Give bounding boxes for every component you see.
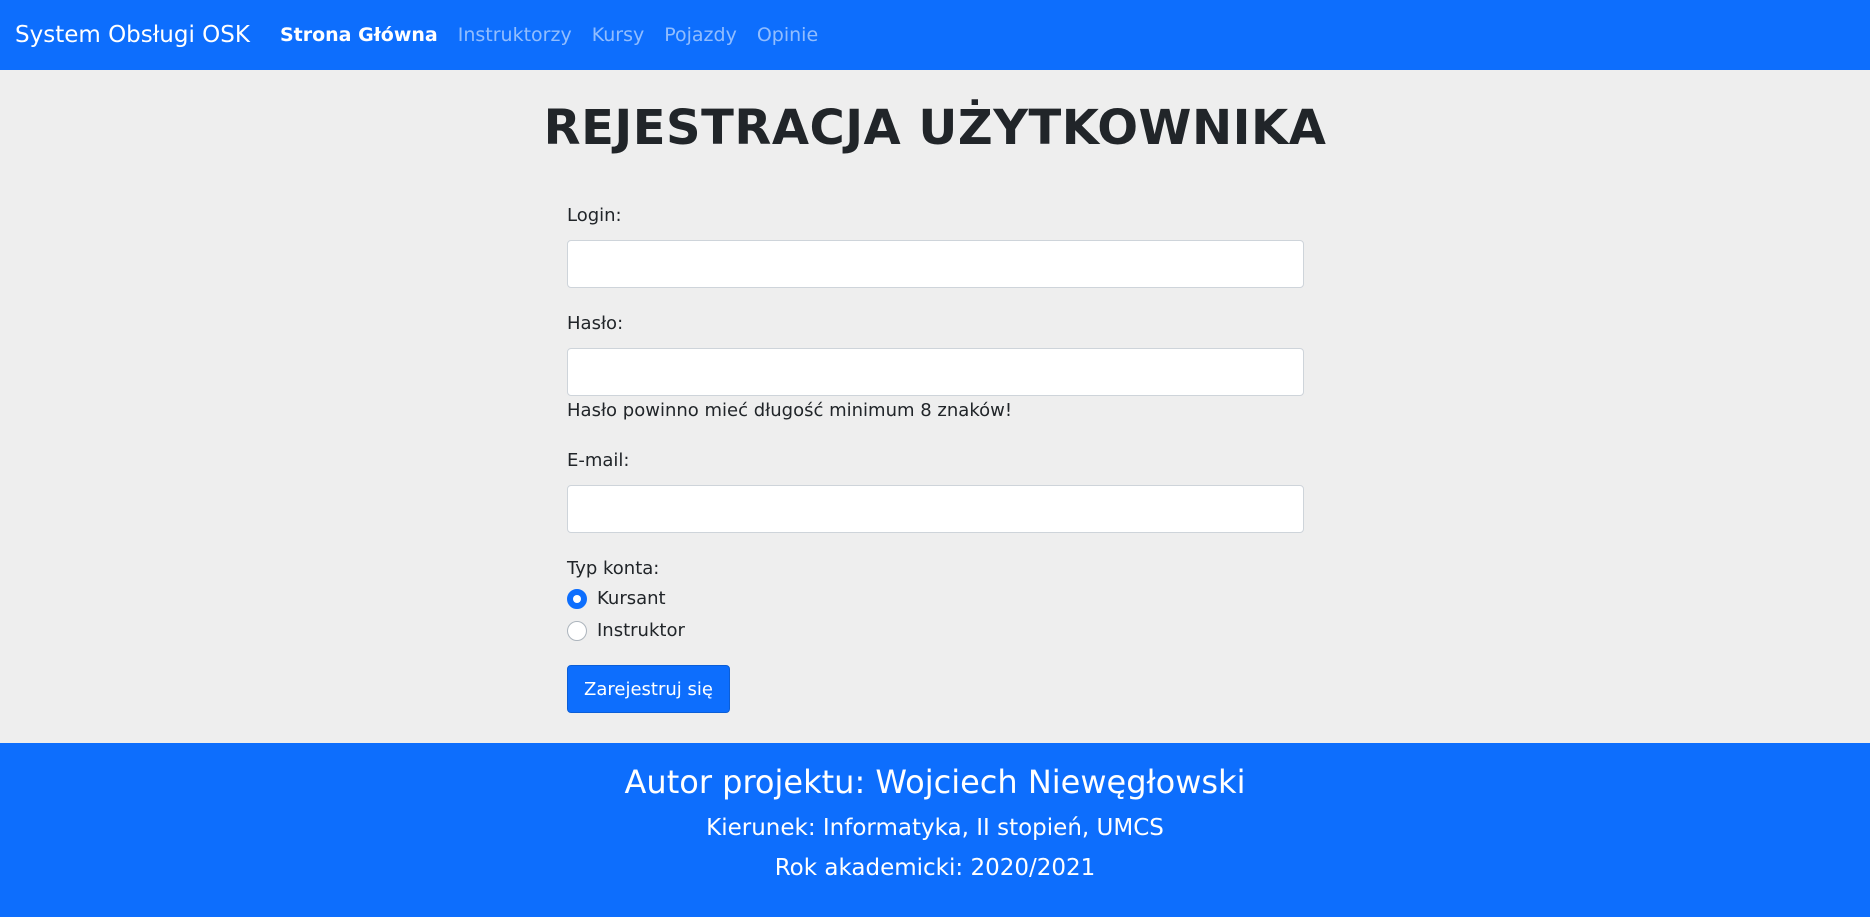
nav-links: Strona Główna Instruktorzy Kursy Pojazdy… xyxy=(280,24,838,46)
register-button[interactable]: Zarejestruj się xyxy=(567,665,730,713)
footer-course: Kierunek: Informatyka, II stopień, UMCS xyxy=(706,815,1164,841)
radio-label-kursant: Kursant xyxy=(597,588,666,609)
login-label: Login: xyxy=(567,205,622,226)
radio-option-instruktor[interactable]: Instruktor xyxy=(567,620,685,641)
login-input[interactable] xyxy=(567,240,1304,288)
nav-link-home[interactable]: Strona Główna xyxy=(280,24,438,46)
footer-year: Rok akademicki: 2020/2021 xyxy=(774,855,1096,881)
password-input[interactable] xyxy=(567,348,1304,396)
radio-label-instruktor: Instruktor xyxy=(597,620,685,641)
footer: Autor projektu: Wojciech Niewęgłowski Ki… xyxy=(0,743,1870,917)
radio-option-kursant[interactable]: Kursant xyxy=(567,588,666,609)
radio-instruktor[interactable] xyxy=(567,620,587,641)
nav-link-courses[interactable]: Kursy xyxy=(592,24,645,46)
navbar: System Obsługi OSK Strona Główna Instruk… xyxy=(0,0,1870,70)
email-label: E-mail: xyxy=(567,450,630,471)
radio-kursant[interactable] xyxy=(567,588,587,609)
page-title: REJESTRACJA UŻYTKOWNIKA xyxy=(543,100,1327,156)
nav-link-reviews[interactable]: Opinie xyxy=(757,24,818,46)
nav-link-vehicles[interactable]: Pojazdy xyxy=(664,24,737,46)
navbar-brand[interactable]: System Obsługi OSK xyxy=(15,22,250,48)
password-help-text: Hasło powinno mieć długość minimum 8 zna… xyxy=(567,400,1013,421)
footer-author: Autor projektu: Wojciech Niewęgłowski xyxy=(624,763,1246,801)
nav-link-instructors[interactable]: Instruktorzy xyxy=(458,24,572,46)
account-type-label: Typ konta: xyxy=(567,558,660,579)
email-input[interactable] xyxy=(567,485,1304,533)
password-label: Hasło: xyxy=(567,313,624,334)
main-content: REJESTRACJA UŻYTKOWNIKA Login: Hasło: Ha… xyxy=(0,70,1870,743)
